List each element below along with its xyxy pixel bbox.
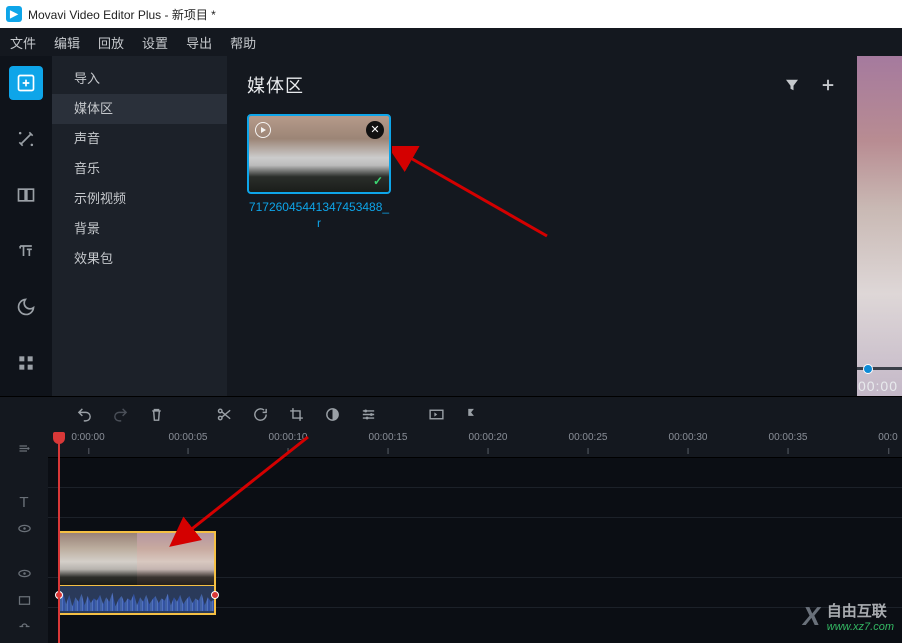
sidebar-item-media[interactable]: 媒体区: [52, 94, 227, 124]
tool-rail: [0, 56, 52, 396]
menu-export[interactable]: 导出: [186, 33, 212, 52]
menu-playback[interactable]: 回放: [98, 33, 124, 52]
ruler-tick: 00:00:05: [169, 432, 208, 443]
text-icon: [16, 241, 36, 261]
video-track-visibility[interactable]: [10, 564, 38, 584]
side-panel: 导入 媒体区 声音 音乐 示例视频 背景 效果包: [52, 56, 227, 396]
timeline-clip[interactable]: [58, 531, 216, 615]
ruler-tick: 00:00:15: [369, 432, 408, 443]
ruler-tick: 00:00:10: [269, 432, 308, 443]
wand-icon: [16, 129, 36, 149]
timeline: T 0:00:00 00:00:05 00:00:10 00:00:15 00:…: [0, 432, 902, 643]
media-panel: 媒体区 ✓ 71726045441347453488_r: [227, 56, 857, 396]
watermark: X 自由互联 www.xz7.com: [803, 600, 894, 633]
used-check-icon: ✓: [373, 174, 383, 188]
clip-properties-button[interactable]: [352, 401, 384, 429]
crop-button[interactable]: [280, 401, 312, 429]
playhead[interactable]: [58, 432, 60, 643]
media-clip-label: 71726045441347453488_r: [247, 200, 391, 231]
ruler-tick: 00:00:35: [769, 432, 808, 443]
ruler-tick: 00:0: [878, 432, 897, 443]
color-adjust-button[interactable]: [316, 401, 348, 429]
app-icon: ▶: [6, 6, 22, 22]
main-area: 导入 媒体区 声音 音乐 示例视频 背景 效果包 媒体区 ✓ 717260454…: [0, 56, 902, 396]
filter-icon[interactable]: [783, 76, 801, 94]
redo-button[interactable]: [104, 401, 136, 429]
overlay-track[interactable]: [48, 458, 902, 488]
split-button[interactable]: [208, 401, 240, 429]
title-track[interactable]: [48, 488, 902, 518]
remove-clip-button[interactable]: [366, 121, 384, 139]
add-icon[interactable]: [819, 76, 837, 94]
preview-image: [857, 56, 902, 396]
rail-import-button[interactable]: [9, 66, 43, 100]
timeline-body[interactable]: 0:00:00 00:00:05 00:00:10 00:00:15 00:00…: [48, 432, 902, 643]
timeline-toolbar: [0, 396, 902, 432]
annotation-arrow-1: [392, 146, 552, 246]
timeline-left-rail: T: [0, 432, 48, 643]
panel-title: 媒体区: [247, 72, 304, 98]
sidebar-item-effects[interactable]: 效果包: [52, 244, 227, 274]
link-track-icon[interactable]: [10, 617, 38, 637]
sidebar-item-backgrounds[interactable]: 背景: [52, 214, 227, 244]
clip-trim-right[interactable]: [211, 591, 219, 599]
timeline-ruler[interactable]: 0:00:00 00:00:05 00:00:10 00:00:15 00:00…: [48, 432, 902, 458]
ruler-tick: 00:00:25: [569, 432, 608, 443]
watermark-text: 自由互联: [827, 603, 887, 620]
menu-file[interactable]: 文件: [10, 33, 36, 52]
preview-seek-knob[interactable]: [863, 364, 873, 374]
clip-audio-waveform: [60, 585, 214, 613]
preview-time: 00:00: [858, 378, 898, 394]
sidebar-item-music[interactable]: 音乐: [52, 154, 227, 184]
video-track-icon[interactable]: [10, 590, 38, 610]
ruler-tick: 00:00:20: [469, 432, 508, 443]
watermark-url: www.xz7.com: [827, 621, 894, 633]
text-track-visibility[interactable]: [10, 518, 38, 538]
watermark-logo: X: [801, 601, 824, 632]
rail-more-button[interactable]: [9, 346, 43, 380]
sidebar-item-import[interactable]: 导入: [52, 64, 227, 94]
rail-titles-button[interactable]: [9, 234, 43, 268]
clip-video-thumbs: [60, 533, 214, 585]
menu-help[interactable]: 帮助: [230, 33, 256, 52]
add-track-button[interactable]: [10, 438, 38, 458]
menu-settings[interactable]: 设置: [142, 33, 168, 52]
plus-square-icon: [16, 73, 36, 93]
marker-button[interactable]: [456, 401, 488, 429]
side-list: 导入 媒体区 声音 音乐 示例视频 背景 效果包: [52, 56, 227, 274]
transition-wizard-button[interactable]: [420, 401, 452, 429]
grid-icon: [16, 353, 36, 373]
moon-icon: [16, 297, 36, 317]
rotate-button[interactable]: [244, 401, 276, 429]
text-track-icon[interactable]: T: [10, 492, 38, 512]
rail-filters-button[interactable]: [9, 122, 43, 156]
media-thumbnail[interactable]: ✓: [247, 114, 391, 194]
rail-transitions-button[interactable]: [9, 178, 43, 212]
menu-bar: 文件 编辑 回放 设置 导出 帮助: [0, 28, 902, 56]
delete-button[interactable]: [140, 401, 172, 429]
media-clip-card[interactable]: ✓ 71726045441347453488_r: [247, 114, 391, 231]
play-overlay-icon[interactable]: [255, 122, 271, 138]
rail-stickers-button[interactable]: [9, 290, 43, 324]
transition-icon: [16, 185, 36, 205]
ruler-tick: 0:00:00: [71, 432, 104, 443]
sidebar-item-sample-video[interactable]: 示例视频: [52, 184, 227, 214]
sidebar-item-sounds[interactable]: 声音: [52, 124, 227, 154]
undo-button[interactable]: [68, 401, 100, 429]
preview-panel: 00:00: [857, 56, 902, 396]
menu-edit[interactable]: 编辑: [54, 33, 80, 52]
ruler-tick: 00:00:30: [669, 432, 708, 443]
window-title: Movavi Video Editor Plus - 新项目 *: [28, 6, 216, 23]
window-titlebar: ▶ Movavi Video Editor Plus - 新项目 *: [0, 0, 902, 28]
